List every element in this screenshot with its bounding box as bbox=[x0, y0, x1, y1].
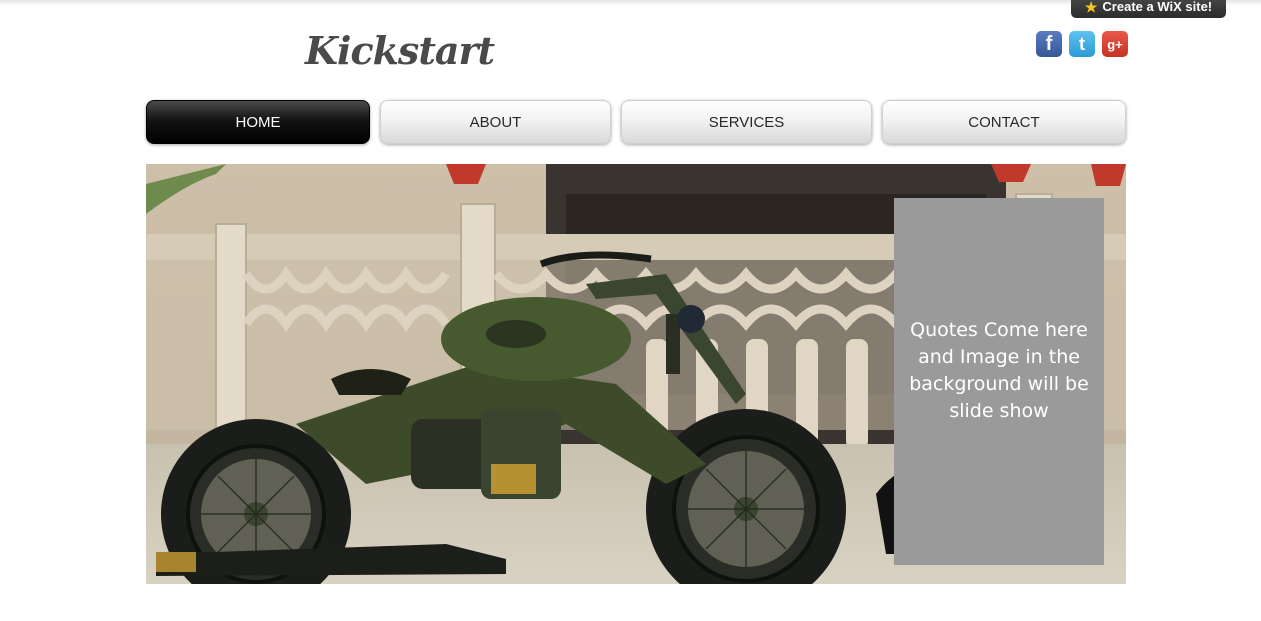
quote-text: Quotes Come here and Image in the backgr… bbox=[909, 318, 1089, 422]
facebook-icon[interactable]: f bbox=[1036, 31, 1062, 57]
nav-home-label: HOME bbox=[235, 113, 281, 131]
site-logo[interactable]: Kickstart bbox=[305, 28, 495, 73]
wix-badge-label: Create a WiX site! bbox=[1102, 0, 1213, 14]
twitter-icon[interactable]: t bbox=[1069, 31, 1095, 57]
nav-about[interactable]: ABOUT bbox=[380, 100, 611, 144]
nav-services[interactable]: SERVICES bbox=[621, 100, 872, 144]
nav-home[interactable]: HOME bbox=[146, 100, 370, 144]
nav-services-label: SERVICES bbox=[708, 113, 785, 131]
nav-contact[interactable]: CONTACT bbox=[882, 100, 1126, 144]
create-wix-site-badge[interactable]: ★ Create a WiX site! bbox=[1071, 0, 1226, 18]
nav-about-label: ABOUT bbox=[469, 113, 522, 131]
social-bar: f t g+ bbox=[1036, 31, 1128, 57]
google-plus-icon[interactable]: g+ bbox=[1102, 31, 1128, 57]
quote-box: Quotes Come here and Image in the backgr… bbox=[894, 198, 1104, 565]
star-icon: ★ bbox=[1084, 0, 1098, 15]
nav-contact-label: CONTACT bbox=[968, 113, 1040, 131]
